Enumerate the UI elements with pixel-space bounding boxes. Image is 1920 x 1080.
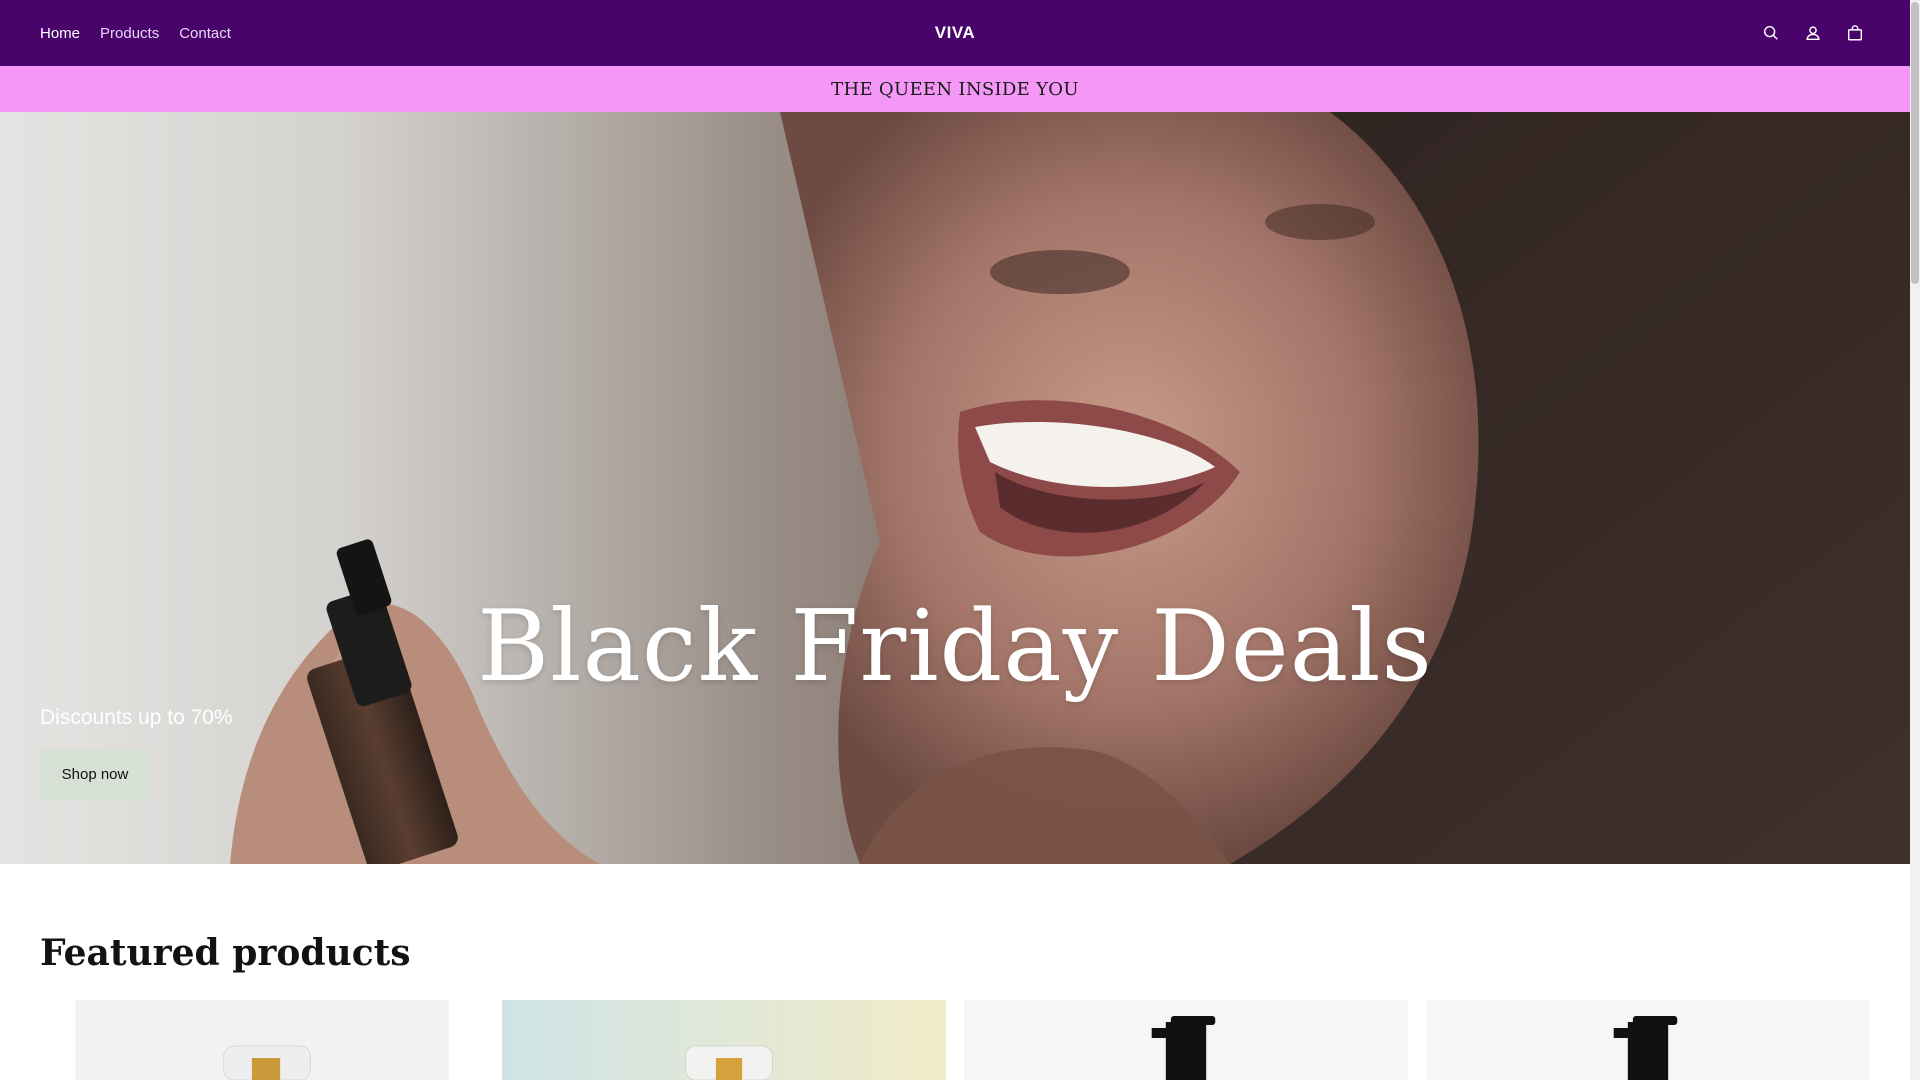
product-image: [964, 1000, 1408, 1080]
product-card[interactable]: [1426, 1000, 1870, 1080]
nav-item-home[interactable]: Home: [40, 25, 80, 42]
hero-subtitle: Discounts up to 70%: [40, 706, 233, 729]
announcement-bar: THE QUEEN INSIDE YOU: [0, 66, 1910, 112]
product-card[interactable]: [40, 1000, 484, 1080]
shop-now-button[interactable]: Shop now: [40, 749, 150, 800]
featured-products-grid: [40, 1000, 1870, 1080]
product-image: [1426, 1000, 1870, 1080]
product-image: [502, 1000, 946, 1080]
hero-banner: Black Friday Deals Discounts up to 70% S…: [0, 112, 1910, 864]
page-scrollbar[interactable]: [1910, 0, 1920, 1080]
nav-item-products[interactable]: Products: [100, 25, 159, 42]
hero-title: Black Friday Deals: [477, 590, 1433, 704]
product-card[interactable]: [502, 1000, 946, 1080]
hero-image: [230, 112, 1910, 864]
main-nav: Home Products Contact: [40, 25, 231, 42]
product-card[interactable]: [964, 1000, 1408, 1080]
page: Home Products Contact VIVA THE QUEEN INS…: [0, 0, 1920, 1080]
featured-products-title: Featured products: [40, 932, 411, 974]
scrollbar-thumb[interactable]: [1911, 2, 1919, 284]
header-icons: [1760, 0, 1866, 66]
product-image: [40, 1000, 484, 1080]
nav-item-contact[interactable]: Contact: [179, 25, 231, 42]
cart-icon[interactable]: [1844, 22, 1866, 44]
announcement-text: THE QUEEN INSIDE YOU: [831, 78, 1079, 100]
search-icon[interactable]: [1760, 22, 1782, 44]
account-icon[interactable]: [1802, 22, 1824, 44]
site-header: Home Products Contact VIVA: [0, 0, 1910, 66]
site-logo[interactable]: VIVA: [935, 23, 975, 43]
